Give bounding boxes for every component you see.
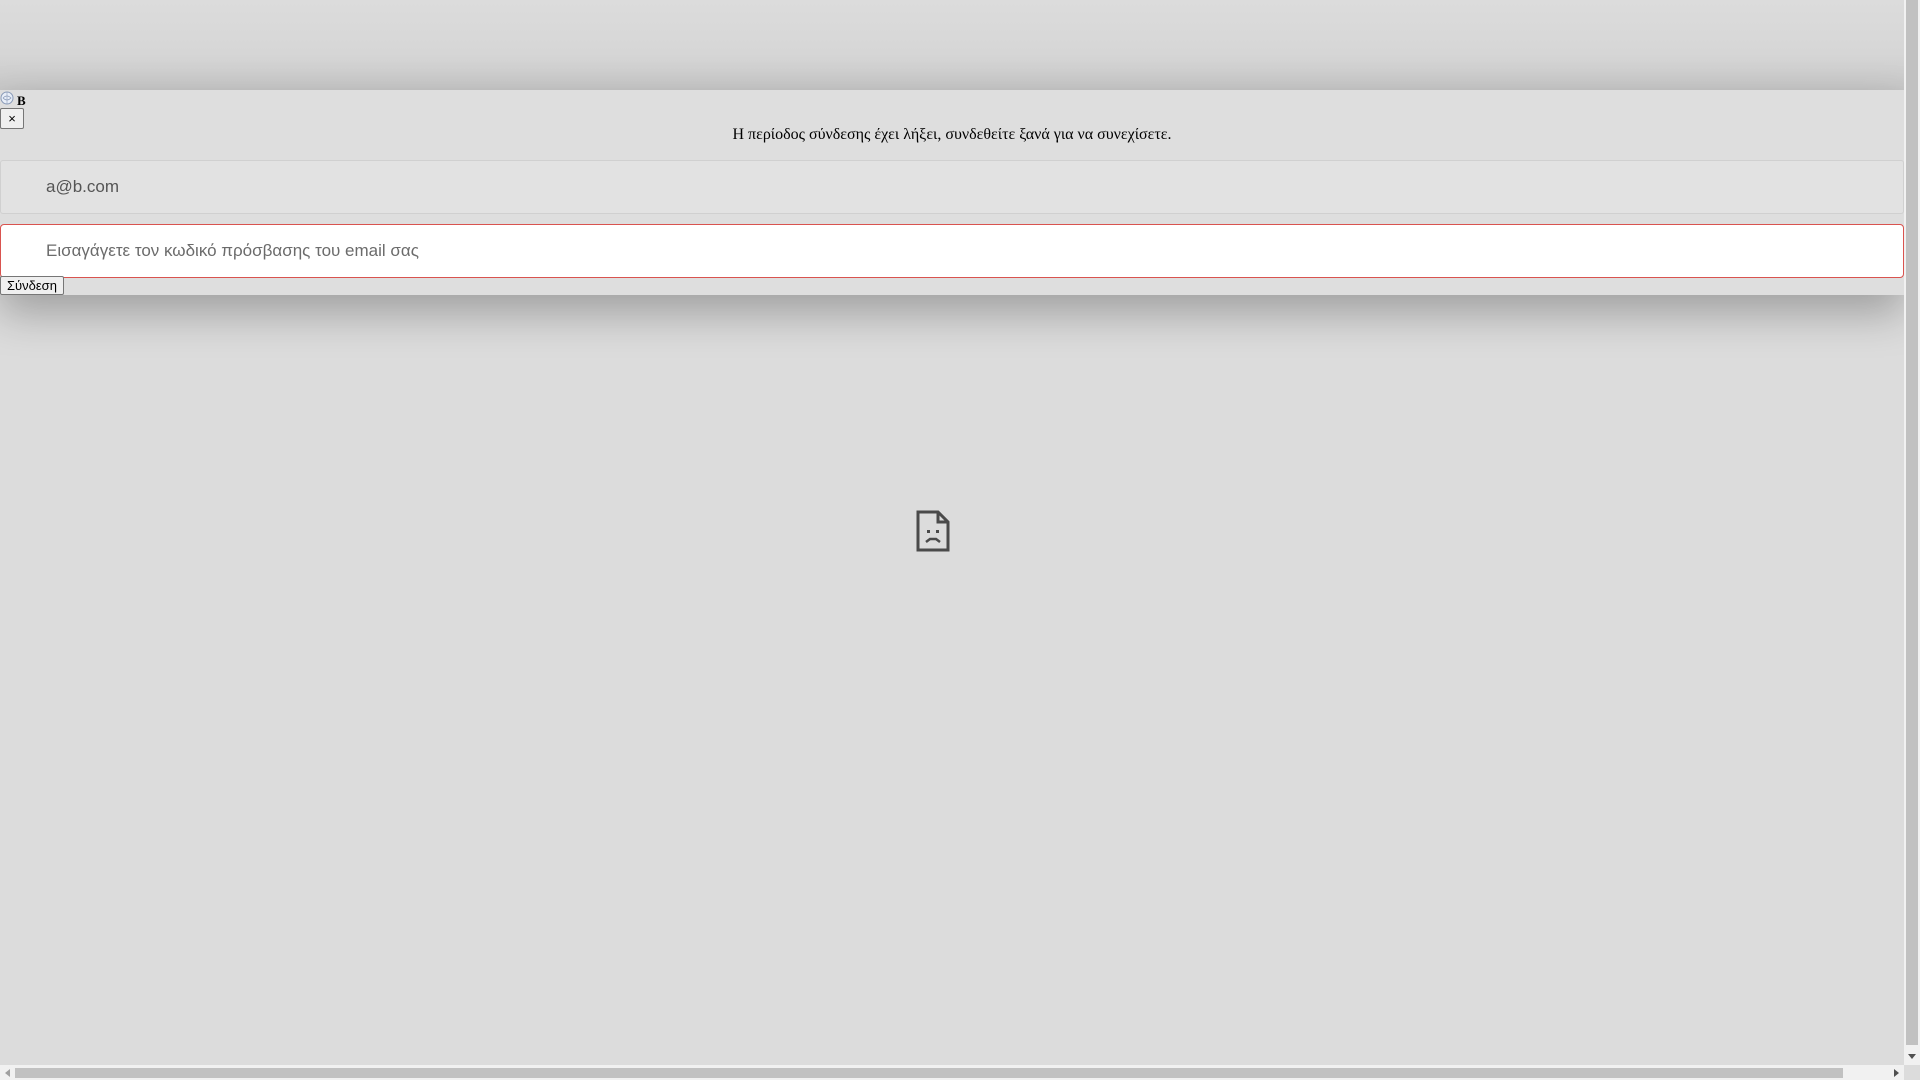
vertical-scrollbar[interactable] bbox=[1904, 0, 1920, 1065]
login-button[interactable]: Σύνδεση bbox=[0, 276, 64, 295]
scroll-right-arrow-icon[interactable] bbox=[1889, 1065, 1904, 1080]
scrollbar-corner bbox=[1904, 1065, 1920, 1080]
top-shade bbox=[0, 0, 1904, 90]
scroll-left-arrow-icon[interactable] bbox=[0, 1065, 15, 1080]
vertical-scroll-thumb[interactable] bbox=[1906, 0, 1918, 1045]
brand-letter: B bbox=[17, 93, 26, 108]
horizontal-scroll-thumb[interactable] bbox=[15, 1068, 1843, 1078]
horizontal-scrollbar[interactable] bbox=[0, 1065, 1904, 1080]
email-field[interactable] bbox=[0, 160, 1904, 214]
scroll-down-arrow-icon[interactable] bbox=[1904, 1049, 1920, 1065]
session-expired-message: Η περίοδος σύνδεσης έχει λήξει, συνδεθεί… bbox=[732, 126, 1172, 143]
password-field[interactable] bbox=[0, 224, 1904, 278]
modal-header: B bbox=[0, 90, 26, 108]
page-viewport: B × Η περίοδος σύνδεσης έχει λήξει, συνδ… bbox=[0, 0, 1904, 1065]
broken-image-icon bbox=[916, 510, 950, 552]
login-modal: B × Η περίοδος σύνδεσης έχει λήξει, συνδ… bbox=[0, 90, 1904, 295]
globe-logo-icon bbox=[0, 91, 14, 105]
